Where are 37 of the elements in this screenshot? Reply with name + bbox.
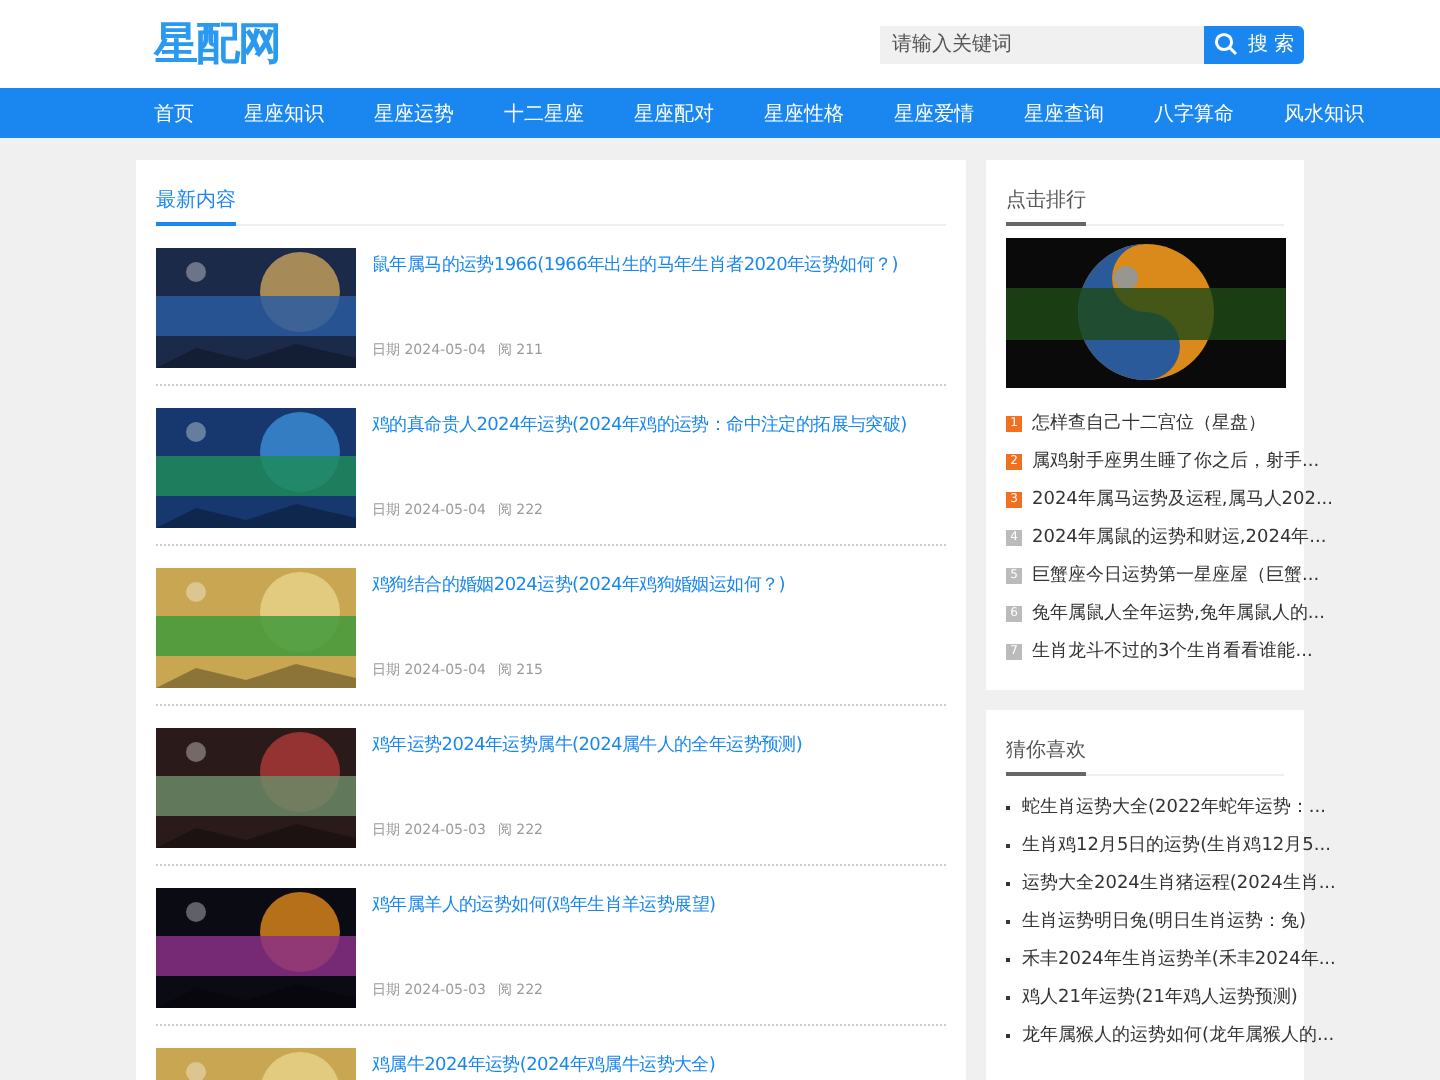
ranking-link[interactable]: 属鸡射手座男生睡了你之后，射手... <box>1032 448 1320 474</box>
article-link[interactable]: 鸡狗结合的婚姻2024运势(2024年鸡狗婚姻运如何？) <box>372 572 785 598</box>
article-link[interactable]: 鸡的真命贵人2024年运势(2024年鸡的运势：命中注定的拓展与突破) <box>372 412 907 438</box>
nav-link[interactable]: 八字算命 <box>1154 99 1234 127</box>
recommend-link[interactable]: 蛇生肖运势大全(2022年蛇年运势：... <box>1022 794 1326 820</box>
search-icon <box>1214 32 1239 56</box>
site-logo[interactable]: 星配网 <box>154 14 280 74</box>
nav-link[interactable]: 星座查询 <box>1024 99 1104 127</box>
recommend-link[interactable]: 禾丰2024年生肖运势羊(禾丰2024年... <box>1022 946 1336 972</box>
recommend-link[interactable]: 龙年属猴人的运势如何(龙年属猴人的... <box>1022 1022 1335 1048</box>
nav-link[interactable]: 星座配对 <box>634 99 714 127</box>
nav-link[interactable]: 十二星座 <box>504 99 584 127</box>
ranking-link[interactable]: 巨蟹座今日运势第一星座屋（巨蟹... <box>1032 562 1320 588</box>
search-field[interactable]: 请输入关键词 <box>880 25 1204 63</box>
ranking-link[interactable]: 怎样查自己十二宫位（星盘） <box>1032 410 1266 436</box>
article-link[interactable]: 鸡属牛2024年运势(2024年鸡属牛运势大全) <box>372 1052 716 1078</box>
nav-link[interactable]: 首页 <box>154 99 194 127</box>
article-link[interactable]: 鸡年属羊人的运势如何(鸡年生肖羊运势展望) <box>372 892 716 918</box>
recommend-link[interactable]: 生肖运势明日兔(明日生肖运势：兔) <box>1022 908 1307 934</box>
recommend-link[interactable]: 鸡人21年运势(21年鸡人运势预测) <box>1022 984 1298 1010</box>
section-title: 最新内容 <box>156 186 236 226</box>
section-title: 猜你喜欢 <box>1006 736 1086 776</box>
nav-link[interactable]: 星座知识 <box>244 99 324 127</box>
article-link[interactable]: 鸡年运势2024年运势属牛(2024属牛人的全年运势预测) <box>372 732 803 758</box>
ranking-link[interactable]: 2024年属马运势及运程,属马人202... <box>1032 486 1334 512</box>
ranking-link[interactable]: 生肖龙斗不过的3个生肖看看谁能... <box>1032 638 1313 664</box>
recommend-link[interactable]: 生肖鸡12月5日的运势(生肖鸡12月5... <box>1022 832 1331 858</box>
search-button[interactable]: 搜 索 <box>1204 25 1304 63</box>
ranking-link[interactable]: 兔年属鼠人全年运势,兔年属鼠人的... <box>1032 600 1325 626</box>
nav-link[interactable]: 星座爱情 <box>894 99 974 127</box>
nav-link[interactable]: 风水知识 <box>1284 99 1364 127</box>
ranking-link[interactable]: 2024年属鼠的运势和财运,2024年... <box>1032 524 1327 550</box>
nav-link[interactable]: 星座性格 <box>764 99 844 127</box>
nav-link[interactable]: 星座运势 <box>374 99 454 127</box>
recommend-link[interactable]: 运势大全2024生肖猪运程(2024生肖... <box>1022 870 1336 896</box>
section-title: 点击排行 <box>1006 186 1086 226</box>
article-link[interactable]: 鼠年属马的运势1966(1966年出生的马年生肖者2020年运势如何？) <box>372 252 898 278</box>
